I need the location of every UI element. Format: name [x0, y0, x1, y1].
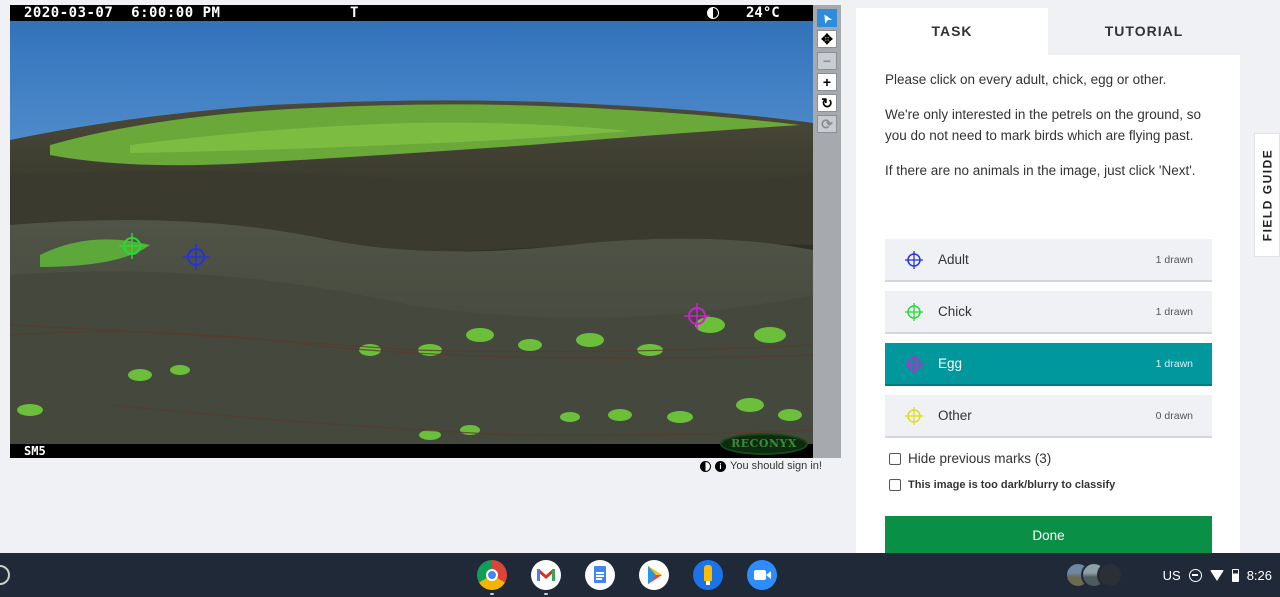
task-instructions: Please click on every adult, chick, egg … [856, 55, 1240, 181]
too-dark-label: This image is too dark/blurry to classif… [908, 479, 1116, 491]
too-dark-option[interactable]: This image is too dark/blurry to classif… [889, 479, 1115, 491]
docs-icon[interactable] [585, 560, 615, 590]
field-guide-label: FIELD GUIDE [1260, 148, 1275, 242]
zoom-icon[interactable] [747, 560, 777, 590]
locale-label: US [1162, 567, 1181, 583]
camera-image[interactable]: 2020-03-07 6:00:00 PM T 24°C SM5 RECONYX [10, 5, 813, 458]
moon-phase-icon [707, 7, 719, 19]
zoom-out-tool[interactable]: − [817, 52, 837, 70]
task-panel: TASK TUTORIAL Please click on every adul… [856, 8, 1240, 556]
pointer-tool[interactable]: ➤ [817, 9, 837, 27]
contrast-icon[interactable] [700, 460, 711, 472]
do-not-disturb-icon [1188, 568, 1202, 582]
choice-egg[interactable]: Egg 1 drawn [885, 343, 1212, 386]
info-icon[interactable]: i [715, 460, 726, 472]
tab-task[interactable]: TASK [856, 8, 1048, 55]
signin-notice: i You should sign in! [700, 460, 822, 472]
choice-count: 1 drawn [1155, 357, 1193, 370]
gmail-icon[interactable] [531, 560, 561, 590]
reset-tool[interactable]: ⟳ [817, 115, 837, 133]
status-tray[interactable]: US 8:26 [1163, 560, 1272, 590]
choice-label: Adult [938, 252, 969, 267]
play-store-icon[interactable] [639, 560, 669, 590]
choice-count: 1 drawn [1155, 253, 1193, 266]
crosshair-icon [905, 406, 923, 425]
camera-station: SM5 [24, 444, 46, 458]
choice-label: Egg [938, 356, 963, 371]
tray-thumbnails[interactable] [1065, 562, 1129, 588]
hide-marks-checkbox[interactable] [889, 452, 901, 465]
choice-label: Chick [938, 304, 972, 319]
hide-marks-label: Hide previous marks (3) [908, 451, 1052, 466]
choice-count: 1 drawn [1155, 305, 1193, 318]
crosshair-icon [905, 302, 923, 321]
instruction-text: We're only interested in the petrels on … [885, 107, 1202, 143]
choice-count: 0 drawn [1155, 409, 1193, 422]
app-running-indicator [490, 593, 494, 595]
plus-icon: + [822, 74, 832, 90]
arrow-pointer-icon: ➤ [819, 10, 835, 25]
rotate-icon: ↻ [821, 94, 833, 111]
hide-marks-option[interactable]: Hide previous marks (3) [889, 451, 1051, 466]
scene-photo [10, 5, 813, 458]
move-tool[interactable]: ✥ [817, 30, 837, 48]
camera-datetime: 2020-03-07 6:00:00 PM [24, 5, 221, 21]
instruction-text: Please click on every adult, chick, egg … [885, 72, 1167, 87]
thumbnail-image [1097, 562, 1123, 588]
choice-adult[interactable]: Adult 1 drawn [885, 239, 1212, 282]
battery-icon [1231, 568, 1239, 582]
egg-mark[interactable] [684, 303, 710, 329]
chick-mark[interactable] [119, 233, 145, 259]
move-icon: ✥ [821, 30, 833, 47]
system-shelf: US 8:26 [0, 553, 1280, 597]
camera-flag: T [350, 5, 359, 21]
choice-other[interactable]: Other 0 drawn [885, 395, 1212, 438]
instruction-text: If there are no animals in the image, ju… [885, 163, 1196, 178]
wifi-icon [1209, 569, 1224, 581]
keep-icon[interactable] [693, 560, 723, 590]
field-guide-tab[interactable]: FIELD GUIDE [1254, 133, 1280, 257]
minus-icon: − [822, 53, 832, 69]
launcher-icon[interactable] [0, 565, 10, 585]
tab-tutorial[interactable]: TUTORIAL [1048, 8, 1240, 55]
done-button[interactable]: Done [885, 516, 1212, 556]
camera-footer-bar: SM5 [10, 444, 813, 458]
camera-temperature: 24°C [746, 5, 780, 21]
image-toolbar: ➤ ✥ − + ↻ ⟳ [813, 5, 841, 458]
zoom-in-tool[interactable]: + [817, 73, 837, 91]
panel-tabs: TASK TUTORIAL [856, 8, 1240, 55]
clock-time: 8:26 [1246, 567, 1272, 583]
chrome-icon[interactable] [477, 560, 507, 590]
choice-chick[interactable]: Chick 1 drawn [885, 291, 1212, 334]
too-dark-checkbox[interactable] [889, 479, 901, 491]
refresh-icon: ⟳ [821, 115, 833, 132]
adult-mark[interactable] [183, 244, 209, 270]
app-running-indicator [544, 593, 548, 595]
choice-label: Other [938, 408, 972, 423]
signin-text: You should sign in! [730, 460, 822, 472]
reconyx-logo: RECONYX [720, 433, 808, 455]
camera-info-bar: 2020-03-07 6:00:00 PM T 24°C [10, 5, 813, 21]
crosshair-icon [905, 250, 923, 269]
rotate-tool[interactable]: ↻ [817, 94, 837, 112]
crosshair-icon [905, 354, 923, 373]
